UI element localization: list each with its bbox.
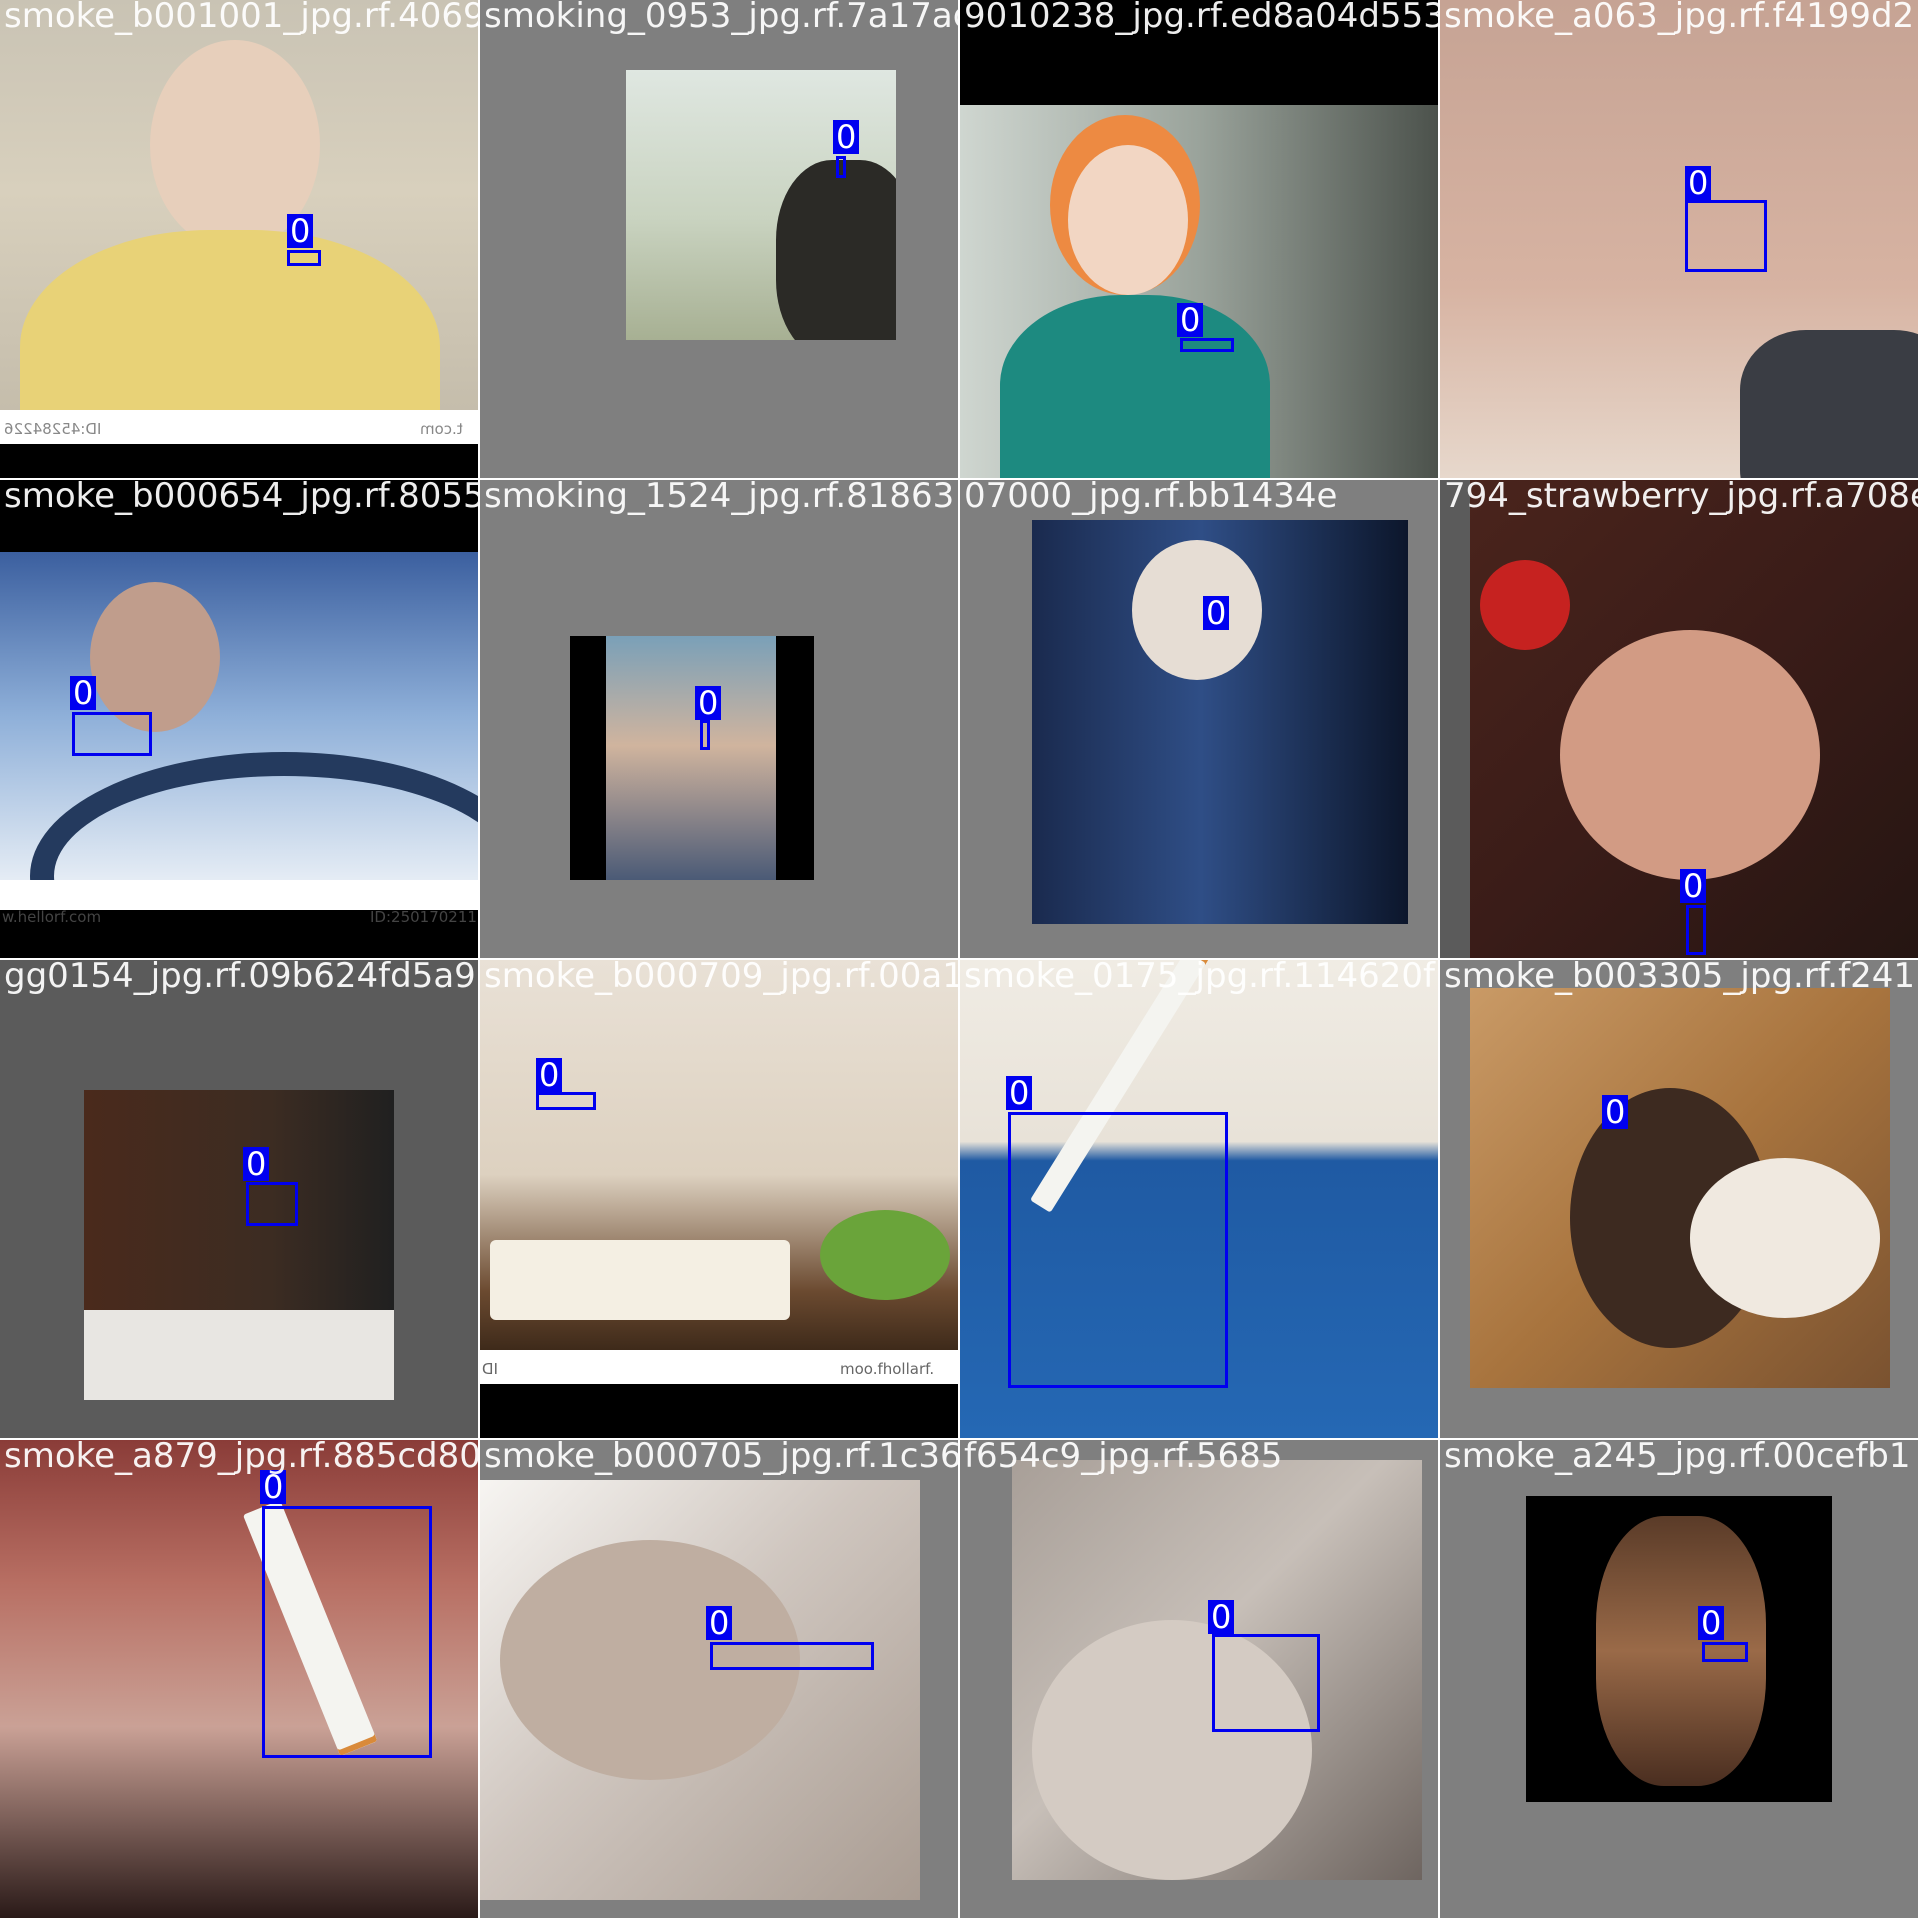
shirt-shape [1000, 295, 1270, 478]
suit-shape [1740, 330, 1918, 478]
tile-filename: smoking_0953_jpg.rf.7a17ad98 [484, 0, 958, 36]
black-band [0, 444, 478, 478]
tile-2[interactable]: 0 9010238_jpg.rf.ed8a04d5530 [960, 0, 1438, 478]
tile-filename: smoke_a879_jpg.rf.885cd80 [4, 1440, 478, 1476]
grid-divider [1438, 0, 1440, 1920]
jacket-shape [776, 160, 896, 340]
photo-lake-smoker [626, 70, 896, 340]
face-shape [90, 582, 220, 732]
tile-1[interactable]: 0 smoking_0953_jpg.rf.7a17ad98 [480, 0, 958, 478]
grid-divider [0, 1438, 1920, 1440]
tile-filename: f654c9_jpg.rf.5685 [964, 1440, 1283, 1476]
class-label-tag: 0 [833, 120, 860, 154]
class-label-tag: 0 [1006, 1076, 1033, 1110]
tile-0[interactable]: ID:45284226 t.com 0 smoke_b001001_jpg.rf… [0, 0, 478, 478]
class-label-tag: 0 [287, 214, 314, 248]
watermark-site: t.com [420, 420, 463, 438]
tile-12[interactable]: 0 smoke_a879_jpg.rf.885cd80 [0, 1440, 478, 1918]
watermark-site: w.hellorf.com [2, 908, 102, 926]
tile-9[interactable]: ID moo.fhollarf. 0 smoke_b000709_jpg.rf.… [480, 960, 958, 1438]
photo-man-car-rotated [1032, 520, 1408, 924]
watermark-band [0, 880, 478, 910]
detection-box[interactable] [710, 1642, 874, 1670]
cup-shape [820, 1210, 950, 1300]
watermark-id: ID:45284226 [4, 420, 102, 438]
photo-redhead-smoking [960, 105, 1438, 478]
photo-elderly-man-rotated [480, 1480, 920, 1900]
class-label-tag: 0 [706, 1606, 733, 1640]
tile-10[interactable]: 0 smoke_0175_jpg.rf.114620f [960, 960, 1438, 1438]
tile-11[interactable]: 0 smoke_b003305_jpg.rf.f241 [1440, 960, 1918, 1438]
detection-box[interactable] [1180, 338, 1234, 352]
image-mosaic: ID:45284226 t.com 0 smoke_b001001_jpg.rf… [0, 0, 1920, 1920]
blouse-shape [1690, 1158, 1880, 1318]
tile-filename: smoke_b001001_jpg.rf.4069 [4, 0, 478, 36]
class-label-tag: 0 [70, 676, 97, 710]
class-label-tag: 0 [1203, 596, 1230, 630]
tile-8[interactable]: 0 gg0154_jpg.rf.09b624fd5a96 [0, 960, 478, 1438]
tile-filename: smoke_a063_jpg.rf.f4199d2 [1444, 0, 1915, 36]
tile-13[interactable]: 0 smoke_b000705_jpg.rf.1c365f1 [480, 1440, 958, 1918]
face-shape [1560, 630, 1820, 880]
tile-14[interactable]: 0 f654c9_jpg.rf.5685 [960, 1440, 1438, 1918]
watermark-id: ID:250170211 [370, 908, 477, 926]
tile-filename: 794_strawberry_jpg.rf.a708e [1444, 480, 1918, 516]
photo-woman-smoking-sepia [1470, 988, 1890, 1388]
tile-filename: smoke_a245_jpg.rf.00cefb1 [1444, 1440, 1911, 1476]
tile-filename: 9010238_jpg.rf.ed8a04d5530 [964, 0, 1438, 36]
tile-7[interactable]: 0 794_strawberry_jpg.rf.a708e [1440, 480, 1918, 958]
class-label-tag: 0 [695, 686, 722, 720]
class-label-tag: 0 [1177, 303, 1204, 337]
flower-shape [1480, 560, 1570, 650]
book-shape [490, 1240, 790, 1320]
class-label-tag: 0 [1602, 1095, 1629, 1129]
detection-box[interactable] [1685, 200, 1767, 272]
photo-man-goggles [570, 636, 814, 880]
class-label-tag: 0 [1680, 869, 1707, 903]
detection-box[interactable] [1686, 905, 1706, 955]
grid-divider [0, 958, 1920, 960]
tile-filename: gg0154_jpg.rf.09b624fd5a96 [4, 960, 478, 996]
grid-divider [478, 0, 480, 1920]
tile-3[interactable]: 0 smoke_a063_jpg.rf.f4199d2 [1440, 0, 1918, 478]
portrait-shape [606, 636, 776, 880]
detection-box[interactable] [1702, 1642, 1748, 1662]
tile-filename: 07000_jpg.rf.bb1434e [964, 480, 1338, 516]
detection-box[interactable] [1212, 1634, 1320, 1732]
photo-magazine-page [84, 1090, 394, 1400]
tile-6[interactable]: 0 07000_jpg.rf.bb1434e [960, 480, 1438, 958]
detection-box[interactable] [287, 250, 321, 266]
class-label-tag: 0 [243, 1147, 270, 1181]
steering-wheel-shape [30, 752, 478, 882]
detection-box[interactable] [536, 1092, 596, 1110]
class-label-tag: 0 [1685, 166, 1712, 200]
class-label-tag: 0 [1208, 1600, 1235, 1634]
detection-box[interactable] [246, 1182, 298, 1226]
detection-box[interactable] [1008, 1112, 1228, 1388]
tile-4[interactable]: w.hellorf.com ID:250170211 0 smoke_b0006… [0, 480, 478, 958]
tile-5[interactable]: 0 smoking_1524_jpg.rf.81863 [480, 480, 958, 958]
detection-box[interactable] [72, 712, 152, 756]
grid-divider [0, 478, 1920, 480]
tile-filename: smoke_b000709_jpg.rf.00a1 [484, 960, 958, 996]
tile-filename: smoke_0175_jpg.rf.114620f [964, 960, 1436, 996]
tile-filename: smoking_1524_jpg.rf.81863 [484, 480, 955, 516]
face-shape [1068, 145, 1188, 295]
tile-15[interactable]: 0 smoke_a245_jpg.rf.00cefb1 [1440, 1440, 1918, 1918]
portrait-shape [84, 1090, 394, 1310]
photo-hands-book-tea [480, 960, 958, 1350]
tile-filename: smoke_b000705_jpg.rf.1c365f1 [484, 1440, 958, 1476]
face-shape [1132, 540, 1262, 680]
class-label-tag: 0 [536, 1058, 563, 1092]
detection-box[interactable] [836, 156, 846, 178]
detection-box[interactable] [262, 1506, 432, 1758]
grid-divider [958, 0, 960, 1920]
detection-box[interactable] [700, 720, 710, 750]
class-label-tag: 0 [1698, 1606, 1725, 1640]
watermark-id: ID [482, 1360, 498, 1378]
watermark-site: moo.fhollarf. [840, 1360, 935, 1378]
photo-monkey-smoking [1526, 1496, 1832, 1802]
tile-filename: smoke_b003305_jpg.rf.f241 [1444, 960, 1915, 996]
tile-filename: smoke_b000654_jpg.rf.8055 [4, 480, 478, 516]
